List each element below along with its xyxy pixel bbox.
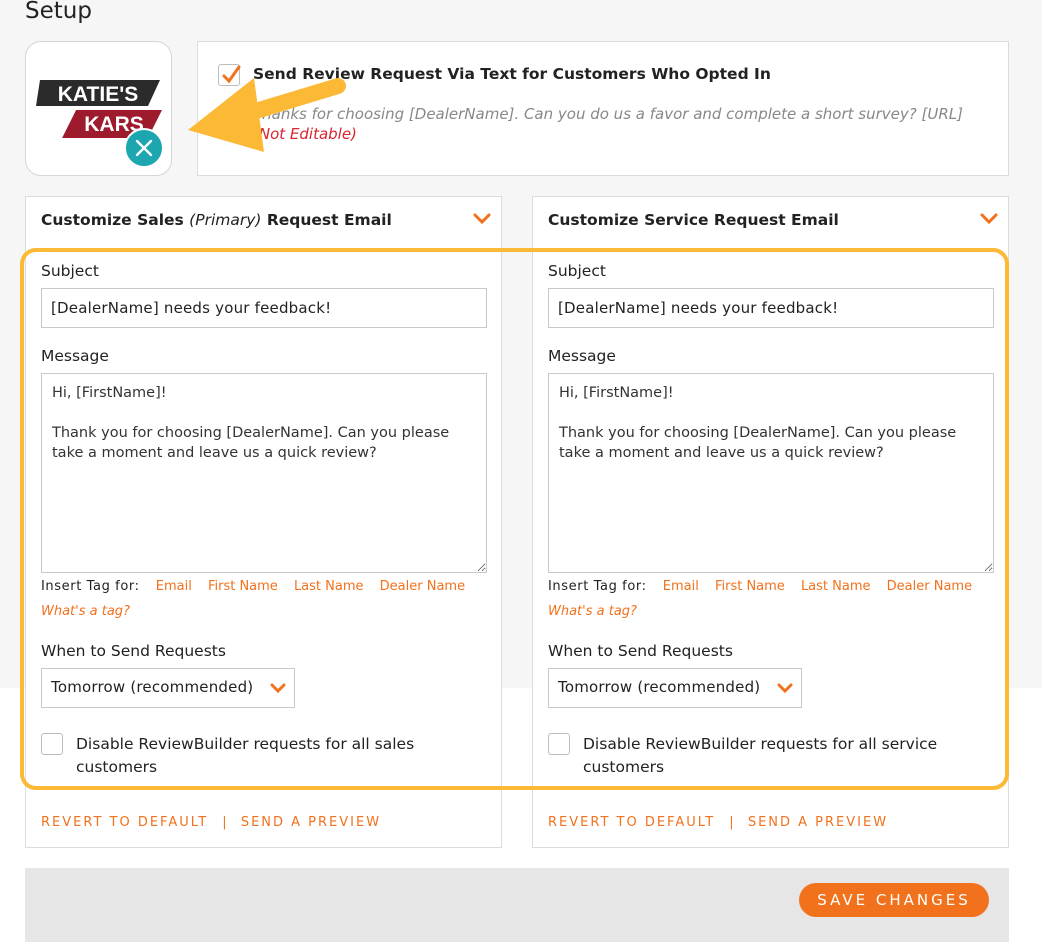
chevron-down-icon xyxy=(270,683,286,694)
sales-tag-first-name[interactable]: First Name xyxy=(208,579,278,594)
bottom-action-bar: SAVE CHANGES xyxy=(25,868,1009,942)
service-tag-email[interactable]: Email xyxy=(663,579,699,594)
service-email-panel: Customize Service Request Email Subject … xyxy=(532,196,1009,848)
service-disable-checkbox[interactable] xyxy=(548,733,570,755)
sales-subject-input[interactable] xyxy=(41,288,487,328)
logo-text-line1: KATIE'S xyxy=(58,83,138,106)
sms-settings-card: Send Review Request Via Text for Custome… xyxy=(197,41,1009,176)
sales-whats-a-tag-link[interactable]: What's a tag? xyxy=(41,604,130,619)
sales-subject-label: Subject xyxy=(41,262,99,280)
sales-insert-tag-row: Insert Tag for: Email First Name Last Na… xyxy=(41,579,477,594)
close-icon xyxy=(135,139,153,157)
sales-link-separator: | xyxy=(222,815,227,830)
logo-card: KATIE'S KARS xyxy=(25,41,172,176)
sales-disable-checkbox[interactable] xyxy=(41,733,63,755)
sales-message-textarea[interactable]: Hi, [FirstName]! Thank you for choosing … xyxy=(41,373,487,573)
service-link-separator: | xyxy=(729,815,734,830)
sales-when-select[interactable]: Tomorrow (recommended) xyxy=(41,668,295,708)
service-tag-dealer-name[interactable]: Dealer Name xyxy=(887,579,972,594)
service-footer-links: REVERT TO DEFAULT | SEND A PREVIEW xyxy=(548,815,888,830)
service-message-textarea[interactable]: Hi, [FirstName]! Thank you for choosing … xyxy=(548,373,994,573)
save-changes-button[interactable]: SAVE CHANGES xyxy=(799,883,989,917)
service-disable-label: Disable ReviewBuilder requests for all s… xyxy=(583,735,938,776)
chevron-down-icon[interactable] xyxy=(980,213,998,225)
not-editable-note: (Not Editable) xyxy=(253,125,357,143)
service-subject-input[interactable] xyxy=(548,288,994,328)
service-panel-header: Customize Service Request Email xyxy=(548,211,839,229)
sales-insert-tag-label: Insert Tag for: xyxy=(41,579,140,594)
sales-header-prefix: Customize Sales xyxy=(41,211,184,229)
remove-logo-button[interactable] xyxy=(124,128,164,168)
service-when-select[interactable]: Tomorrow (recommended) xyxy=(548,668,802,708)
sms-title: Send Review Request Via Text for Custome… xyxy=(253,65,771,83)
service-when-label: When to Send Requests xyxy=(548,642,733,660)
sms-message-text: Thanks for choosing [DealerName]. Can yo… xyxy=(253,105,963,123)
sales-tag-last-name[interactable]: Last Name xyxy=(294,579,364,594)
sales-send-preview-link[interactable]: SEND A PREVIEW xyxy=(241,815,381,830)
service-subject-label: Subject xyxy=(548,262,606,280)
service-message-label: Message xyxy=(548,347,616,365)
sales-revert-default-link[interactable]: REVERT TO DEFAULT xyxy=(41,815,208,830)
service-insert-tag-row: Insert Tag for: Email First Name Last Na… xyxy=(548,579,984,594)
sms-opt-in-checkbox[interactable] xyxy=(218,64,241,86)
page-title: Setup xyxy=(25,0,92,24)
service-revert-default-link[interactable]: REVERT TO DEFAULT xyxy=(548,815,715,830)
sales-panel-header: Customize Sales (Primary) Request Email xyxy=(41,211,392,229)
service-tag-last-name[interactable]: Last Name xyxy=(801,579,871,594)
checkmark-icon xyxy=(222,65,241,84)
sales-disable-label: Disable ReviewBuilder requests for all s… xyxy=(76,735,415,776)
sales-tag-email[interactable]: Email xyxy=(156,579,192,594)
sales-footer-links: REVERT TO DEFAULT | SEND A PREVIEW xyxy=(41,815,381,830)
service-whats-a-tag-link[interactable]: What's a tag? xyxy=(548,604,637,619)
sales-message-label: Message xyxy=(41,347,109,365)
service-when-value: Tomorrow (recommended) xyxy=(558,678,761,696)
service-tag-first-name[interactable]: First Name xyxy=(715,579,785,594)
sales-tag-dealer-name[interactable]: Dealer Name xyxy=(380,579,465,594)
chevron-down-icon xyxy=(777,683,793,694)
service-send-preview-link[interactable]: SEND A PREVIEW xyxy=(748,815,888,830)
chevron-down-icon[interactable] xyxy=(473,213,491,225)
service-insert-tag-label: Insert Tag for: xyxy=(548,579,647,594)
sales-email-panel: Customize Sales (Primary) Request Email … xyxy=(25,196,502,848)
sales-when-label: When to Send Requests xyxy=(41,642,226,660)
sales-header-primary: (Primary) xyxy=(189,211,262,229)
sales-when-value: Tomorrow (recommended) xyxy=(51,678,254,696)
sms-message: Thanks for choosing [DealerName]. Can yo… xyxy=(253,104,983,144)
sales-header-suffix: Request Email xyxy=(266,211,392,229)
